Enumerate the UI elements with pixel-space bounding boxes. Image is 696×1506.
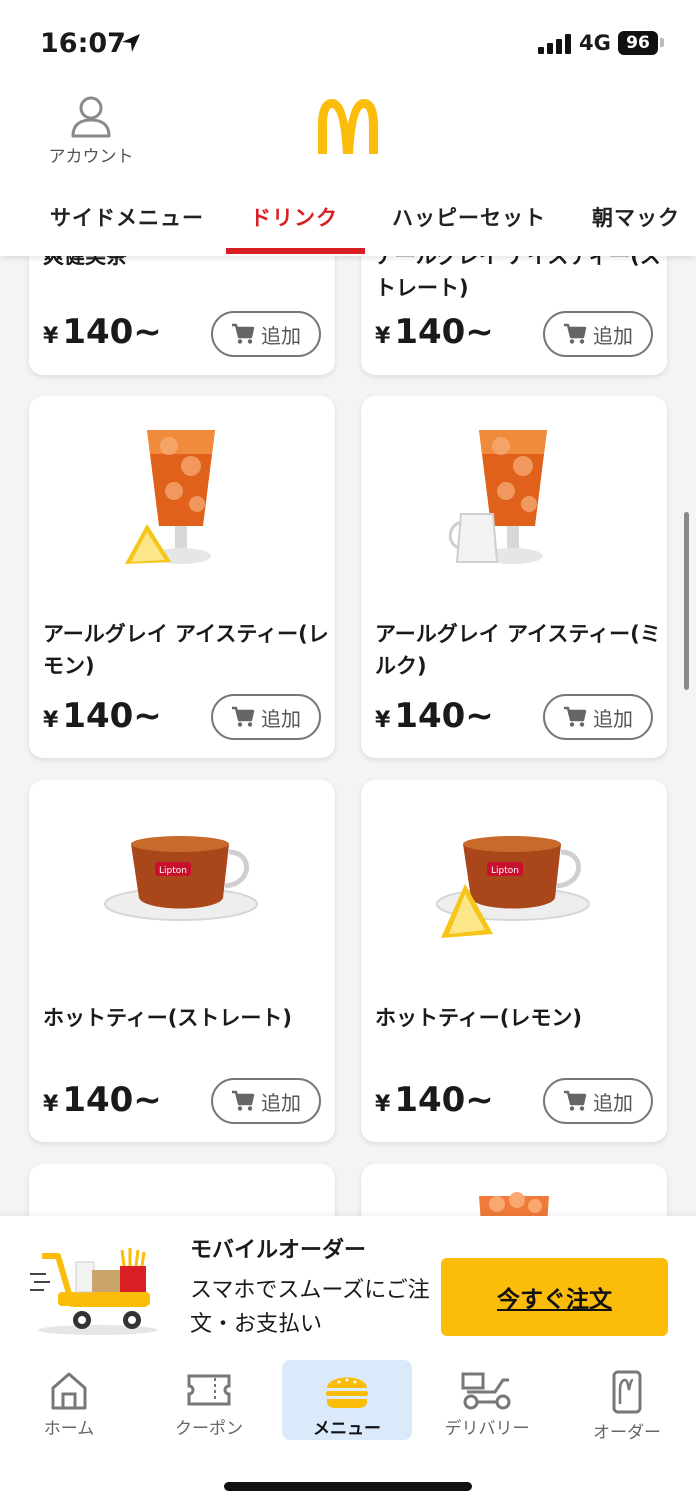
mobile-order-icon bbox=[612, 1370, 642, 1414]
cart-icon bbox=[564, 1090, 587, 1111]
product-name: アールグレイ アイスティー(ストレート) bbox=[375, 256, 661, 300]
add-label: 追加 bbox=[261, 706, 301, 731]
add-label: 追加 bbox=[593, 323, 633, 348]
iced-tea-lemon-image bbox=[125, 430, 215, 564]
add-to-cart-button[interactable]: 追加 bbox=[543, 694, 653, 740]
battery-tip bbox=[660, 38, 664, 47]
tab-morning-mac[interactable]: 朝マック bbox=[592, 202, 680, 232]
delivery-scooter-icon bbox=[461, 1372, 511, 1410]
price-amount: 140~ bbox=[394, 312, 494, 352]
iced-tea-milk-image bbox=[448, 430, 547, 564]
nav-label: クーポン bbox=[175, 1419, 243, 1439]
price-amount: 140~ bbox=[394, 1080, 494, 1120]
yen-symbol: ¥ bbox=[375, 708, 391, 733]
yen-symbol: ¥ bbox=[43, 708, 59, 733]
tab-drinks[interactable]: ドリンク bbox=[250, 202, 338, 232]
product-card[interactable] bbox=[29, 1164, 335, 1216]
svg-text:Lipton: Lipton bbox=[159, 866, 187, 876]
price-amount: 140~ bbox=[62, 312, 162, 352]
cart-icon bbox=[232, 706, 255, 727]
app-header: アカウント bbox=[0, 88, 696, 192]
drink-image bbox=[479, 1192, 549, 1216]
cart-icon bbox=[564, 323, 587, 344]
add-to-cart-button[interactable]: 追加 bbox=[543, 1078, 653, 1124]
product-name: ホットティー(ストレート) bbox=[43, 1006, 292, 1030]
hot-tea-lemon-image: Lipton bbox=[436, 836, 590, 938]
nav-delivery[interactable]: デリバリー bbox=[422, 1360, 552, 1440]
yen-symbol: ¥ bbox=[43, 1092, 59, 1117]
category-tabs: サイドメニュー ドリンク ハッピーセット 朝マック bbox=[0, 192, 696, 256]
scrollbar[interactable] bbox=[684, 512, 689, 690]
banner-description: スマホでスムーズにご注文・お支払い bbox=[190, 1278, 430, 1337]
add-to-cart-button[interactable]: 追加 bbox=[211, 311, 321, 357]
price-amount: 140~ bbox=[394, 696, 494, 736]
product-price: ¥140~ bbox=[43, 1080, 162, 1120]
account-label: アカウント bbox=[48, 147, 134, 167]
add-label: 追加 bbox=[593, 1090, 633, 1115]
order-now-button[interactable]: 今すぐ注文 bbox=[441, 1258, 668, 1336]
nav-order[interactable]: オーダー bbox=[562, 1360, 692, 1443]
svg-text:Lipton: Lipton bbox=[491, 866, 519, 876]
location-arrow-icon bbox=[122, 34, 140, 52]
product-price: ¥140~ bbox=[375, 312, 494, 352]
nav-label: メニュー bbox=[313, 1419, 381, 1439]
add-label: 追加 bbox=[261, 323, 301, 348]
cart-icon bbox=[232, 323, 255, 344]
price-amount: 140~ bbox=[62, 696, 162, 736]
cart-icon bbox=[232, 1090, 255, 1111]
nav-home[interactable]: ホーム bbox=[4, 1360, 134, 1440]
product-grid: 爽健美茶 ¥140~ 追加 アールグレイ アイスティー(ストレート) ¥140~… bbox=[0, 256, 696, 1216]
network-type: 4G bbox=[579, 31, 611, 55]
cellular-signal-icon bbox=[538, 34, 571, 54]
shopping-cart-illustration bbox=[30, 1248, 158, 1335]
yen-symbol: ¥ bbox=[375, 324, 391, 349]
coupon-icon bbox=[187, 1374, 231, 1406]
add-to-cart-button[interactable]: 追加 bbox=[543, 311, 653, 357]
hot-tea-cup-image: Lipton bbox=[104, 836, 258, 921]
active-tab-indicator bbox=[226, 248, 365, 254]
product-card[interactable]: 爽健美茶 ¥140~ 追加 bbox=[29, 256, 335, 375]
tab-side-menu[interactable]: サイドメニュー bbox=[50, 202, 204, 232]
product-card[interactable]: アールグレイ アイスティー(レモン) ¥140~ 追加 bbox=[29, 396, 335, 758]
product-card[interactable]: アールグレイ アイスティー(ミルク) ¥140~ 追加 bbox=[361, 396, 667, 758]
product-card[interactable] bbox=[361, 1164, 667, 1216]
product-name: ホットティー(レモン) bbox=[375, 1006, 582, 1030]
banner-title: モバイルオーダー bbox=[190, 1238, 367, 1263]
price-amount: 140~ bbox=[62, 1080, 162, 1120]
product-name: 爽健美茶 bbox=[43, 256, 127, 268]
add-label: 追加 bbox=[593, 706, 633, 731]
mobile-order-banner: モバイルオーダー スマホでスムーズにご注文・お支払い 今すぐ注文 bbox=[0, 1216, 696, 1352]
product-card[interactable]: Lipton ホットティー(レモン) ¥140~ 追加 bbox=[361, 780, 667, 1142]
nav-label: ホーム bbox=[43, 1419, 95, 1439]
status-time: 16:07 bbox=[40, 28, 126, 59]
cart-icon bbox=[564, 706, 587, 727]
account-button[interactable]: アカウント bbox=[44, 94, 138, 167]
home-icon bbox=[51, 1372, 87, 1410]
home-indicator bbox=[224, 1482, 472, 1491]
status-bar: 16:07 4G 96 bbox=[0, 0, 696, 88]
product-card[interactable]: Lipton ホットティー(ストレート) ¥140~ 追加 bbox=[29, 780, 335, 1142]
product-card[interactable]: アールグレイ アイスティー(ストレート) ¥140~ 追加 bbox=[361, 256, 667, 375]
add-to-cart-button[interactable]: 追加 bbox=[211, 694, 321, 740]
burger-icon bbox=[326, 1377, 368, 1408]
product-price: ¥140~ bbox=[43, 312, 162, 352]
product-name: アールグレイ アイスティー(レモン) bbox=[43, 622, 329, 678]
account-icon bbox=[71, 96, 111, 138]
product-price: ¥140~ bbox=[43, 696, 162, 736]
yen-symbol: ¥ bbox=[375, 1092, 391, 1117]
product-name: アールグレイ アイスティー(ミルク) bbox=[375, 622, 661, 678]
product-price: ¥140~ bbox=[375, 1080, 494, 1120]
add-label: 追加 bbox=[261, 1090, 301, 1115]
battery-icon: 96 bbox=[618, 31, 658, 55]
nav-coupon[interactable]: クーポン bbox=[144, 1360, 274, 1440]
yen-symbol: ¥ bbox=[43, 324, 59, 349]
tab-happy-set[interactable]: ハッピーセット bbox=[392, 202, 546, 232]
nav-menu[interactable]: メニュー bbox=[282, 1360, 412, 1440]
mcdonalds-logo bbox=[318, 99, 378, 154]
bottom-nav: ホーム クーポン メニュー デリバリー オーダー bbox=[0, 1352, 696, 1506]
nav-label: デリバリー bbox=[444, 1419, 530, 1439]
product-price: ¥140~ bbox=[375, 696, 494, 736]
add-to-cart-button[interactable]: 追加 bbox=[211, 1078, 321, 1124]
nav-label: オーダー bbox=[593, 1423, 661, 1443]
